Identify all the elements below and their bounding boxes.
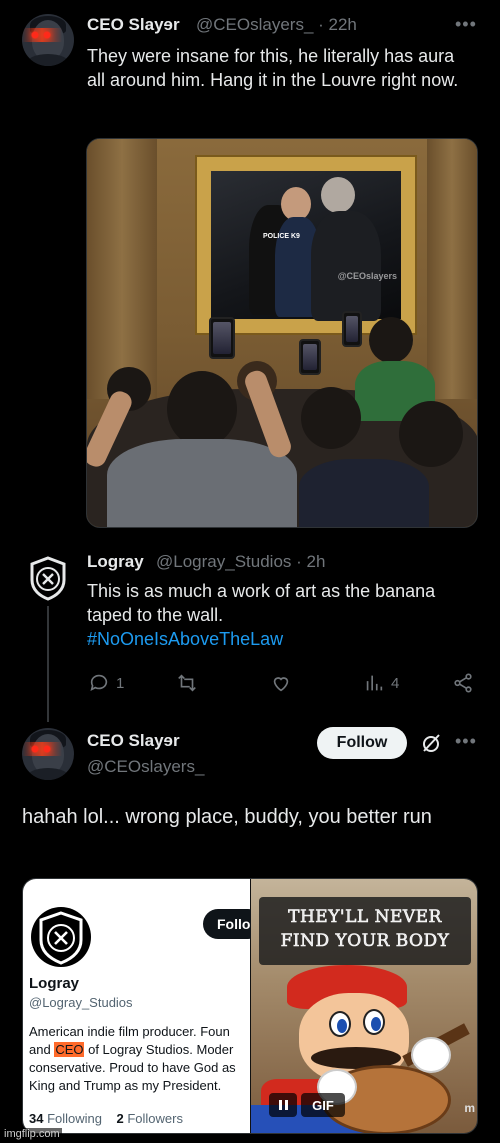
handle-text: @Logray_Studios	[156, 552, 292, 571]
bio-line: conservative. Proud to have God as	[29, 1060, 236, 1075]
reply-count: 1	[116, 674, 125, 692]
views-button[interactable]: 4	[363, 672, 399, 694]
avatar[interactable]	[22, 14, 74, 66]
following-label: Following	[47, 1111, 103, 1126]
crowd-head	[369, 317, 413, 363]
retweet-button[interactable]	[176, 672, 204, 694]
followers-label: Followers	[127, 1111, 183, 1126]
bio-line: and CEO of Logray Studios. Moder	[29, 1041, 269, 1059]
tweet-text: They were insane for this, he literally …	[87, 46, 459, 90]
tweet-text-line: This is as much a work of art as the ban…	[87, 581, 436, 601]
share-button[interactable]	[452, 672, 474, 694]
phone	[299, 339, 321, 375]
mario-eye	[363, 1009, 385, 1035]
author-handle[interactable]: @Logray_Studios · 2h	[156, 552, 325, 572]
bio-text: of Logray Studios. Moder	[84, 1042, 234, 1057]
screenshot-bio: American indie film producer. Foun and C…	[29, 1023, 269, 1095]
mario-gif[interactable]: THEY'LL NEVER FIND YOUR BODY GIF m	[251, 879, 477, 1133]
author-handle[interactable]: @CEOslayers_ · 22h	[196, 15, 357, 35]
crowd-head	[301, 387, 361, 449]
avatar-shirt	[26, 768, 70, 780]
tweet-text-line: taped to the wall.	[87, 605, 224, 625]
grey-shirt	[107, 439, 297, 527]
views-count: 4	[391, 674, 400, 692]
x-shield-logo-icon	[39, 911, 83, 965]
detainee-head	[281, 187, 311, 221]
gif-corner-mark: m	[464, 1101, 475, 1115]
tweet-actions: 1 4	[88, 672, 488, 698]
bio-text: and	[29, 1042, 55, 1057]
following-count: 34	[29, 1111, 44, 1126]
grok-icon[interactable]	[419, 731, 443, 755]
timestamp[interactable]: · 2h	[296, 552, 325, 571]
screenshot-avatar	[31, 907, 91, 967]
handle-text: @CEOslayers_	[196, 15, 314, 34]
author-name[interactable]: Logray	[87, 552, 144, 572]
image-watermark: @CEOslayers	[337, 271, 397, 281]
like-button[interactable]	[270, 672, 298, 694]
caption-line: FIND YOUR BODY	[280, 931, 450, 952]
imgflip-watermark: imgflip.com	[2, 1128, 62, 1140]
reply-icon	[90, 674, 108, 691]
thread-line	[47, 606, 49, 722]
mario-eye	[329, 1011, 351, 1037]
author-name[interactable]: CEO Slayɘr	[87, 15, 180, 35]
phone	[209, 317, 235, 359]
more-options-icon[interactable]: •••	[455, 731, 477, 752]
framed-photo: POLICE K9 @CEOslayers	[211, 171, 401, 321]
x-shield-logo-icon	[30, 556, 66, 601]
screenshot-name: Logray	[29, 975, 80, 992]
screenshot-handle: @Logray_Studios	[29, 995, 133, 1010]
share-icon	[454, 673, 472, 693]
phone	[342, 311, 362, 347]
highlighted-ceo: CEO	[54, 1042, 85, 1057]
followers-count: 2	[116, 1111, 124, 1126]
crowd-head	[167, 371, 237, 447]
tweet-text: This is as much a work of art as the ban…	[87, 579, 487, 651]
tweet-media[interactable]: Follo Logray @Logray_Studios American in…	[22, 878, 478, 1134]
avatar[interactable]	[22, 728, 74, 780]
left-pillar	[87, 139, 157, 399]
bio-line: American indie film producer. Foun	[29, 1024, 230, 1039]
gilded-frame: POLICE K9 @CEOslayers	[197, 157, 415, 333]
gif-badge: GIF	[301, 1093, 345, 1117]
bio-line: King and Trump as my President.	[29, 1078, 222, 1093]
officer2-head	[321, 177, 355, 213]
tweet-text: hahah lol... wrong place, buddy, you bet…	[22, 806, 432, 828]
police-label: POLICE K9	[263, 233, 300, 240]
retweet-icon	[178, 674, 196, 692]
logray-avatar[interactable]	[24, 554, 72, 602]
screenshot-stats: 34 Following 2 Followers	[29, 1111, 183, 1126]
crowd-head	[399, 401, 463, 467]
follow-button[interactable]: Follow	[317, 727, 407, 759]
gif-caption: THEY'LL NEVER FIND YOUR BODY	[259, 897, 471, 965]
mario-glove	[411, 1037, 451, 1073]
pause-button[interactable]	[269, 1093, 297, 1117]
profile-screenshot[interactable]: Follo Logray @Logray_Studios American in…	[23, 879, 263, 1133]
hashtag-link[interactable]: #NoOneIsAboveTheLaw	[87, 627, 487, 651]
tweet-image[interactable]: POLICE K9 @CEOslayers	[86, 138, 478, 528]
timestamp[interactable]: · 22h	[318, 15, 357, 34]
avatar-shirt	[26, 54, 70, 66]
more-options-icon[interactable]: •••	[455, 14, 477, 35]
right-pillar	[427, 139, 477, 399]
dark-shirt	[299, 459, 429, 527]
caption-line: THEY'LL NEVER	[288, 907, 442, 928]
views-chart-icon	[366, 675, 383, 691]
heart-icon	[273, 677, 289, 692]
avatar-glowing-eyes	[26, 744, 56, 754]
avatar-glowing-eyes	[26, 30, 56, 40]
officer2-body	[311, 211, 381, 321]
author-name[interactable]: CEO Slayɘr	[87, 731, 180, 751]
author-handle[interactable]: @CEOslayers_	[87, 757, 204, 777]
reply-button[interactable]: 1	[88, 672, 124, 694]
